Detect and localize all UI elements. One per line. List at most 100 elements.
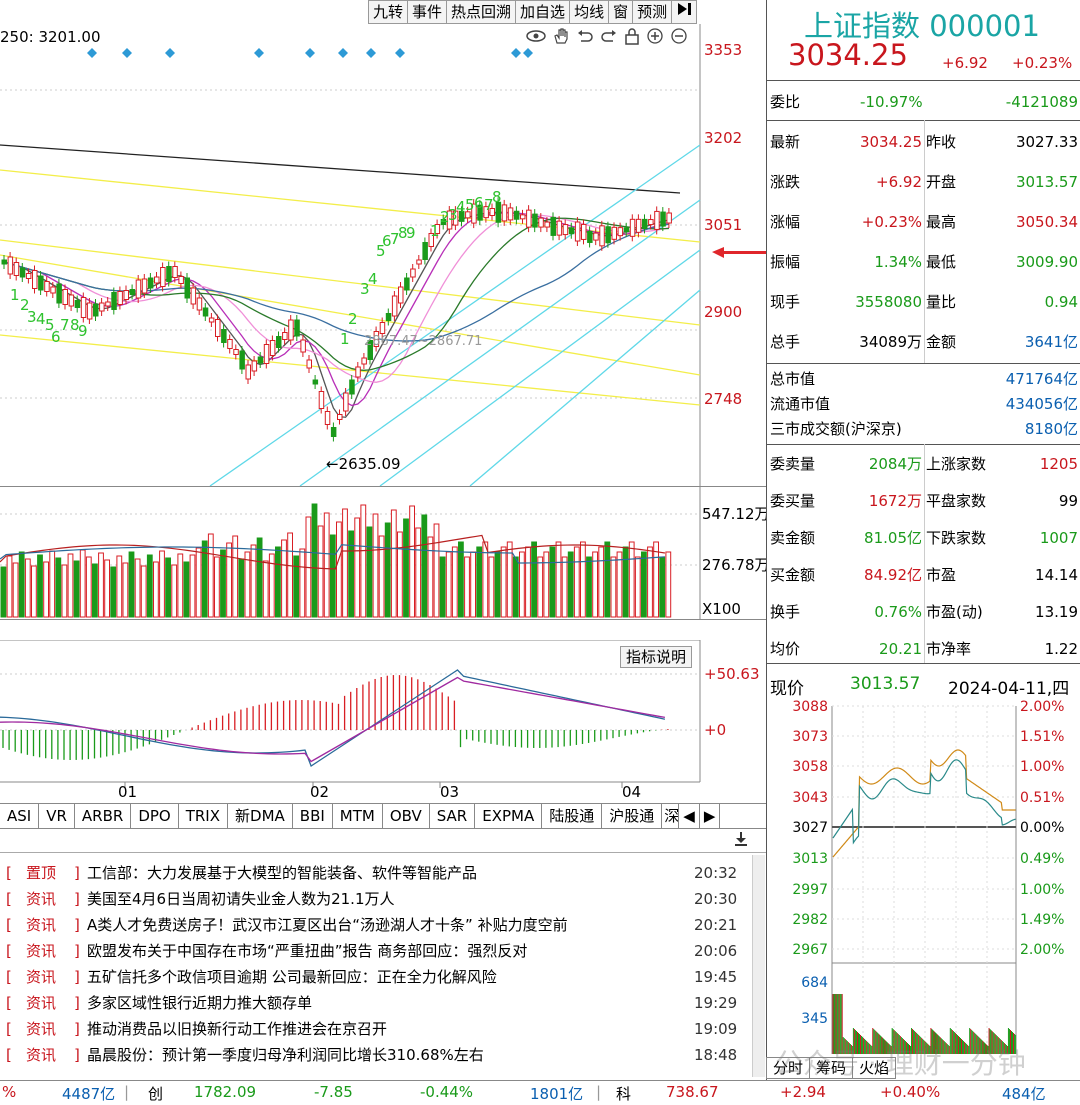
tab-hk-connect[interactable]: 沪股通 [602, 804, 663, 828]
volume-bar [512, 556, 519, 618]
order-label: 市净率 [926, 640, 972, 658]
scroll-right-icon[interactable]: ▶ [700, 804, 721, 828]
volume-bar [555, 541, 562, 618]
volume-bar [500, 546, 507, 618]
news-title: 多家区域性银行近期力推大额存单 [87, 994, 313, 1012]
volume-bar [110, 566, 117, 618]
toolbar-add-watchlist-button[interactable]: 加自选 [516, 0, 571, 24]
tab-dpo[interactable]: DPO [131, 804, 179, 828]
tab-vr[interactable]: VR [39, 804, 75, 828]
intraday-price-tick: 3073 [792, 729, 828, 745]
intraday-chart[interactable]: 现价 3013.57 2024-04-11,四 3088 2.00% 3073 1.5… [766, 668, 1080, 1080]
month-label: 04 [622, 783, 641, 801]
candle-body [62, 289, 68, 305]
candle-body [593, 232, 599, 241]
news-title: 美国至4月6日当周初请失业金人数为21.1万人 [87, 890, 395, 908]
news-time: 20:30 [694, 890, 738, 908]
stat-value: 3641亿 [1024, 333, 1078, 351]
volume-bar [207, 533, 214, 618]
news-scrollbar[interactable] [752, 855, 765, 1077]
volume-bar [634, 556, 641, 618]
volume-bar [354, 517, 361, 618]
tab-asi[interactable]: ASI [0, 804, 40, 828]
order-label: 委买量 [770, 492, 816, 510]
news-item[interactable]: [资讯] 推动消费品以旧换新行动工作推进会在京召开 19:09 [0, 1016, 740, 1042]
toolbar-ma-button[interactable]: 均线 [570, 0, 610, 24]
download-icon[interactable] [732, 830, 750, 852]
stat-value: 0.94 [1044, 293, 1078, 311]
stat-label: 昨收 [926, 133, 957, 151]
tab-expma[interactable]: EXPMA [475, 804, 543, 828]
tab-new-dma[interactable]: 新DMA [228, 804, 293, 828]
hand-icon[interactable] [552, 27, 570, 45]
candle-body [74, 300, 81, 308]
candle-body [605, 226, 611, 244]
eye-icon[interactable] [526, 27, 546, 45]
tab-shenzhen[interactable]: 深 [662, 804, 680, 828]
volume-bar [659, 556, 666, 618]
tab-obv[interactable]: OBV [383, 804, 430, 828]
toolbar-events-button[interactable]: 事件 [408, 0, 448, 24]
news-item[interactable]: [资讯] 多家区域性银行近期力推大额存单 19:29 [0, 990, 740, 1016]
news-item[interactable]: [资讯] 美国至4月6日当周初请失业金人数为21.1万人 20:30 [0, 886, 740, 912]
candle-body [288, 319, 294, 341]
volume-bar [549, 546, 556, 618]
undo-icon[interactable] [576, 27, 594, 45]
tab-mtm[interactable]: MTM [333, 804, 383, 828]
volume-bar [451, 546, 458, 618]
news-item[interactable]: [资讯] 欧盟发布关于中国存在市场“严重扭曲”报告 商务部回应：强烈反对 20:0… [0, 938, 740, 964]
candle-body [7, 256, 14, 275]
tab-arbr[interactable]: ARBR [75, 804, 132, 828]
candle-body [642, 218, 648, 229]
volume-bar [214, 556, 220, 618]
volume-bar [79, 549, 86, 618]
candle-body [501, 204, 508, 222]
volume-bar [31, 565, 37, 618]
volume-bar [281, 539, 287, 618]
volume-bar [415, 527, 422, 618]
news-item[interactable]: [资讯] 晶晨股份：预计第一季度归母净利润同比增长310.68%左右 18:48 [0, 1042, 740, 1068]
volume-chart[interactable]: 547.12万 276.78万 X100 [0, 487, 766, 619]
toolbar-jiuzhuan-button[interactable]: 九转 [368, 0, 409, 24]
volume-bar [586, 556, 592, 618]
tab-bbi[interactable]: BBI [293, 804, 333, 828]
price-axis-label: 3353 [704, 41, 742, 59]
volume-bar [92, 563, 98, 618]
candle-body [410, 268, 416, 278]
toolbar-forecast-button[interactable]: 预测 [633, 0, 673, 24]
tab-sar[interactable]: SAR [430, 804, 476, 828]
news-time: 20:32 [694, 864, 738, 882]
indicator-help-button[interactable]: 指标说明 [620, 646, 693, 668]
volume-bar [287, 532, 294, 618]
candle-body [648, 219, 654, 226]
lock-icon[interactable] [624, 27, 640, 45]
scroll-left-icon[interactable]: ◀ [679, 804, 700, 828]
ticker-b-pct: -0.44% [420, 1083, 474, 1101]
tab-trix[interactable]: TRIX [179, 804, 229, 828]
candle-body [568, 227, 575, 235]
zoom-out-icon[interactable] [670, 27, 688, 45]
price-axis-label: 3202 [704, 129, 742, 147]
candle-body [587, 230, 593, 243]
zoom-in-icon[interactable] [646, 27, 664, 45]
month-label: 03 [440, 783, 459, 801]
stat-value: +6.92 [876, 173, 922, 191]
toolbar-window-button[interactable]: 窗 [609, 0, 634, 24]
toolbar-hotspot-review-button[interactable]: 热点回溯 [447, 0, 517, 24]
candle-body [318, 391, 325, 409]
candle-body [80, 297, 87, 318]
news-item[interactable]: [资讯] A类人才免费送房子！武汉市江夏区出台“汤逊湖人才十条” 补贴力度空前 2… [0, 912, 740, 938]
redo-icon[interactable] [600, 27, 618, 45]
candle-body [574, 221, 581, 242]
volume-bar [0, 566, 7, 618]
news-item[interactable]: [置顶] 工信部：大力发展基于大模型的智能装备、软件等智能产品 20:32 [0, 860, 740, 886]
news-item[interactable]: [资讯] 五矿信托多个政信项目逾期 公司最新回应：正在全力化解风险 19:45 [0, 964, 740, 990]
collapse-panel-icon[interactable] [672, 0, 698, 24]
tab-northbound[interactable]: 陆股通 [542, 804, 603, 828]
volume-bar [384, 522, 391, 618]
volume-bar [67, 553, 74, 618]
kline-chart[interactable]: 12345678912345678912345678 3353 3202 305… [0, 24, 766, 486]
macd-chart[interactable]: +50.63 +0 01 02 03 04 指标说明 [0, 640, 766, 803]
volume-bar [37, 554, 43, 618]
volume-bar [134, 558, 141, 618]
